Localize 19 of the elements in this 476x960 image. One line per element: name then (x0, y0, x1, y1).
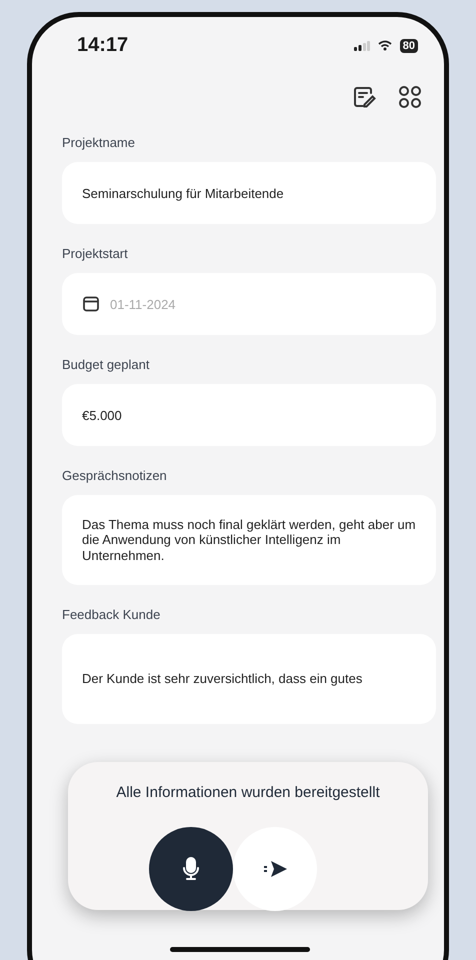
edit-note-icon[interactable] (352, 85, 376, 109)
battery-level: 80 (400, 38, 418, 52)
field-label: Projektstart (62, 246, 129, 261)
field-label: Gesprächsnotizen (62, 468, 168, 483)
text-field[interactable]: Seminarschulung für Mitarbeitende (62, 162, 436, 224)
send-icon (262, 859, 288, 879)
calendar-icon (82, 295, 100, 313)
field-label: Projektname (62, 135, 136, 150)
field-label: Feedback Kunde (62, 607, 162, 622)
text-field[interactable]: €5.000 (62, 384, 436, 446)
status-time: 14:17 (77, 34, 128, 57)
microphone-icon (182, 857, 200, 881)
grid-icon[interactable] (398, 85, 422, 109)
panel-message: Alle Informationen wurden bereitgestellt (116, 784, 380, 801)
wifi-icon (378, 40, 392, 51)
signal-icon (354, 40, 370, 50)
field-label: Budget geplant (62, 357, 150, 372)
notes-field[interactable]: Das Thema muss noch final geklärt werden, geht aber um die Anwendung von künstlicher Intelligenz im Unternehmen. (62, 495, 436, 585)
notes-field[interactable]: Der Kunde ist sehr zuversichtlich, dass ein gutes (62, 634, 436, 724)
